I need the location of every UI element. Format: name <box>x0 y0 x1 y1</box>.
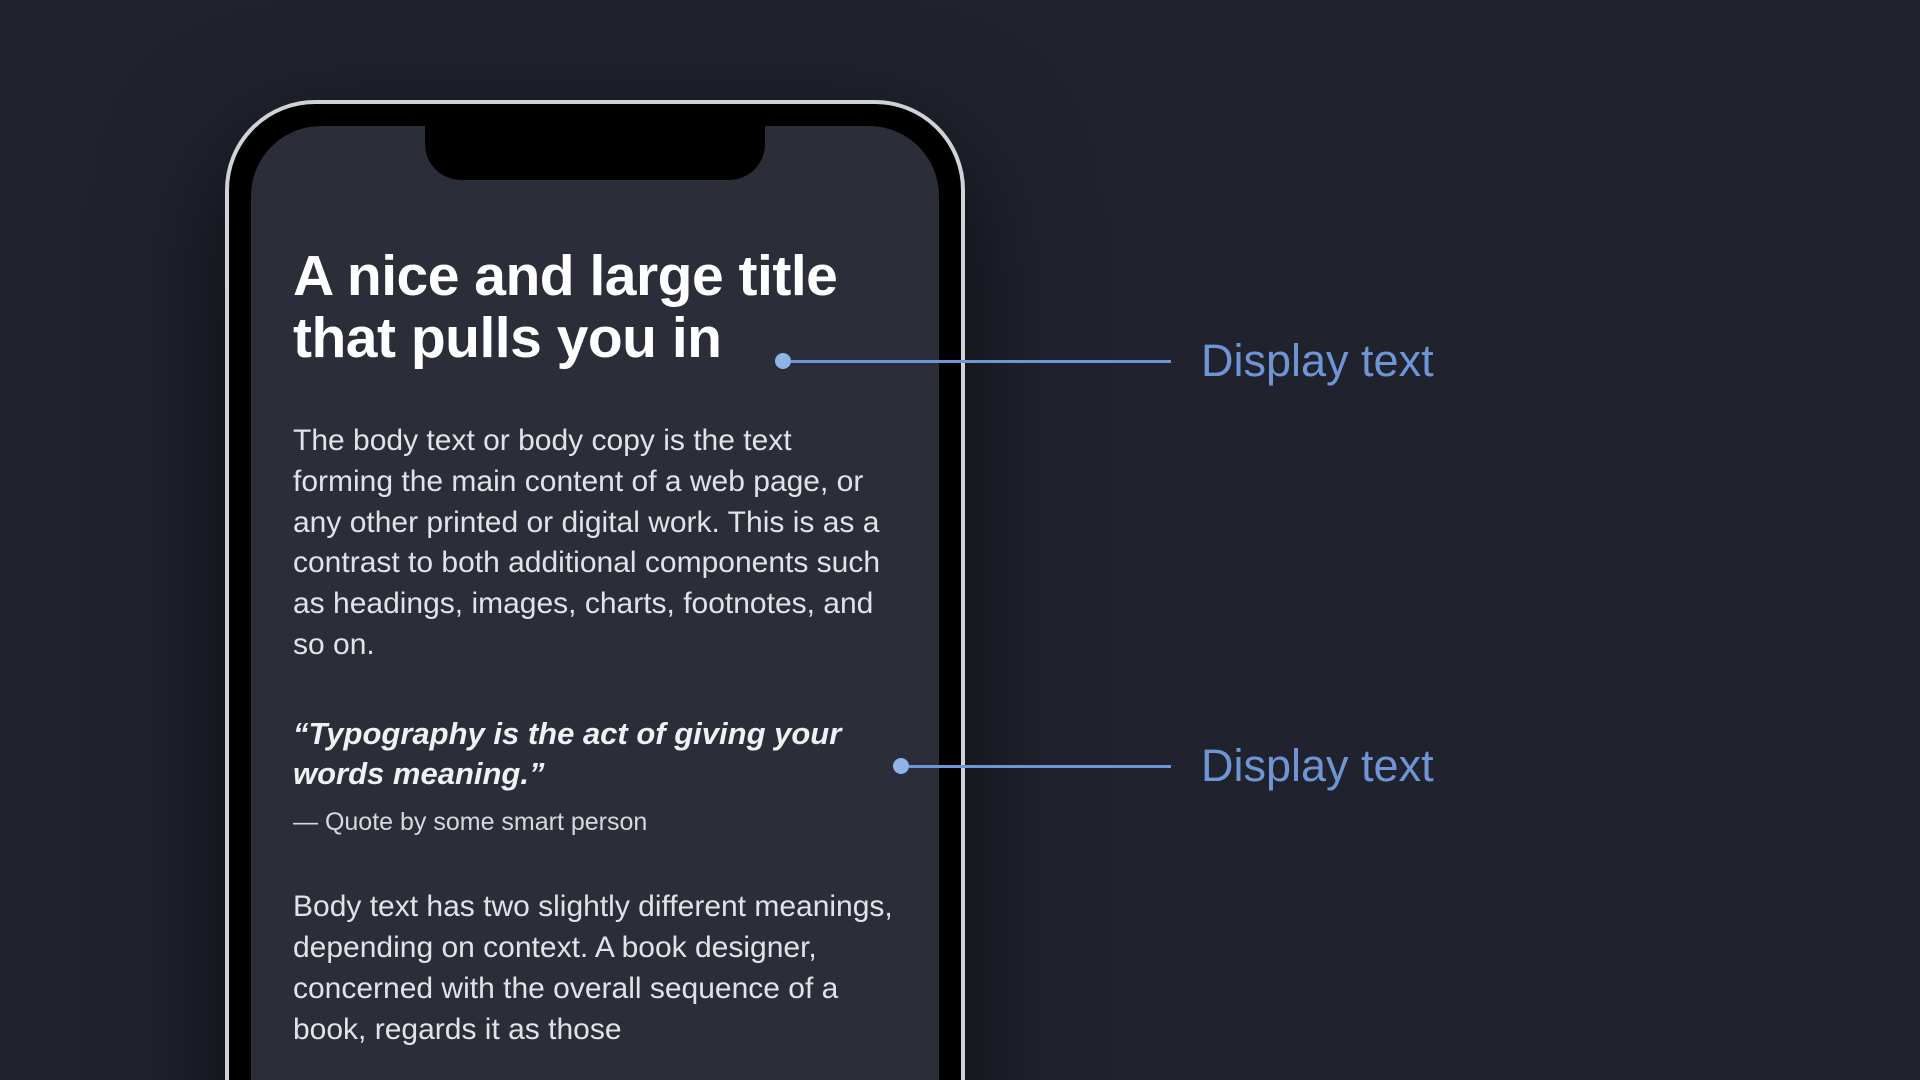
callout-label: Display text <box>1201 740 1434 792</box>
callout-line <box>909 765 1171 768</box>
phone-notch <box>425 126 765 180</box>
callout-display-text-title: Display text <box>775 335 1434 387</box>
article-body-1: The body text or body copy is the text f… <box>293 421 897 666</box>
article-body-2: Body text has two slightly different mea… <box>293 887 897 1050</box>
quote-attribution: — Quote by some smart person <box>293 808 897 837</box>
phone-frame: A nice and large title that pulls you in… <box>225 100 965 1080</box>
callout-dot <box>893 758 909 774</box>
article-quote: “Typography is the act of giving your wo… <box>293 714 897 795</box>
phone-screen: A nice and large title that pulls you in… <box>251 126 939 1080</box>
callout-label: Display text <box>1201 335 1434 387</box>
callout-line <box>791 360 1171 363</box>
callout-display-text-quote: Display text <box>893 740 1434 792</box>
callout-dot <box>775 353 791 369</box>
